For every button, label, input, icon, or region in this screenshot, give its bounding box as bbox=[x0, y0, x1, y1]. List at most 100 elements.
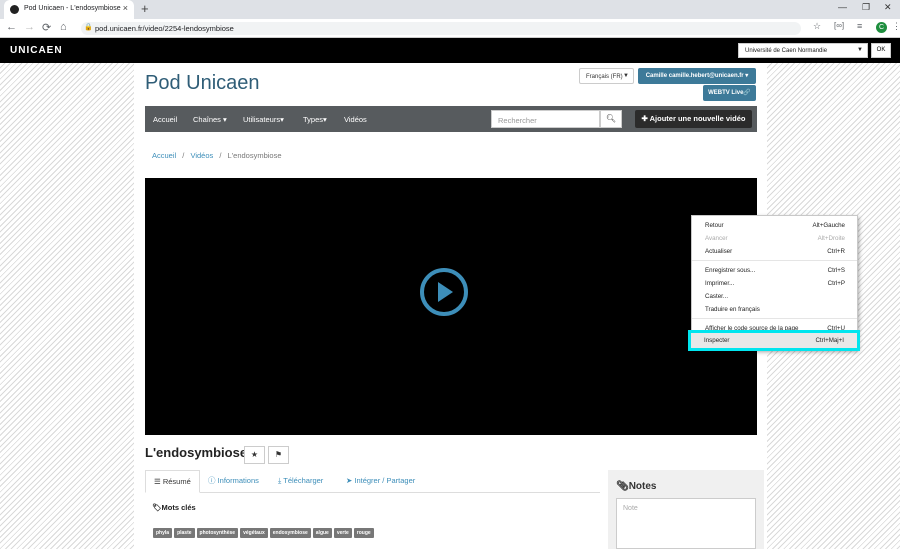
page-title[interactable]: Pod Unicaen bbox=[145, 72, 260, 95]
notes-heading: 📎︎Notes bbox=[616, 481, 657, 492]
tab-title: Pod Unicaen - L'endosymbiose bbox=[24, 5, 121, 12]
keyword-tag[interactable]: plaste bbox=[174, 528, 195, 538]
ctx-enregistrer[interactable]: Enregistrer sous... Ctrl+S bbox=[692, 264, 857, 276]
ctx-actualiser[interactable]: Actualiser Ctrl+R bbox=[692, 245, 857, 257]
tab-resume[interactable]: ☰ Résumé bbox=[145, 470, 200, 493]
notes-textarea[interactable]: Note bbox=[616, 498, 756, 549]
webtv-live-button[interactable]: WEBTV Live🔗 bbox=[703, 85, 756, 101]
profile-avatar[interactable]: C bbox=[876, 22, 887, 33]
ctx-shortcut: Alt+Gauche bbox=[812, 222, 845, 229]
extension-icon[interactable]: [∞] bbox=[834, 21, 844, 30]
ctx-label: Imprimer... bbox=[705, 280, 735, 287]
site-favicon-icon bbox=[10, 5, 19, 14]
ctx-shortcut: Ctrl+P bbox=[827, 280, 845, 287]
minimize-icon[interactable]: — bbox=[838, 2, 847, 12]
menu-kebab-icon[interactable]: ⋮ bbox=[892, 21, 900, 32]
tab-close-icon[interactable]: × bbox=[123, 3, 128, 13]
tags-icon: 🏷︎ bbox=[152, 503, 162, 512]
keyword-tag[interactable]: rouge bbox=[353, 528, 374, 538]
breadcrumb-current: L'endosymbiose bbox=[227, 151, 282, 160]
language-select[interactable]: Français (FR) ▼ bbox=[579, 68, 634, 84]
site-header: UNICAEN Université de Caen Normandie ▼ O… bbox=[0, 38, 900, 63]
ctx-shortcut: Alt+Droite bbox=[817, 235, 845, 242]
browser-toolbar: ← → ⟳ ⌂ 🔒 pod.unicaen.fr/video/2254-lend… bbox=[0, 19, 900, 38]
nav-item-videos[interactable]: Vidéos bbox=[344, 115, 367, 124]
ctx-avancer[interactable]: Avancer Alt+Droite bbox=[692, 232, 857, 244]
play-button[interactable] bbox=[420, 268, 468, 316]
info-tabs: ☰ Résumé ⓘ Informations ⤓ Télécharger ➤ … bbox=[145, 470, 600, 493]
search-input[interactable]: Rechercher bbox=[491, 110, 600, 128]
user-menu-button[interactable]: Camille camille.hebert@unicaen.fr ▾ bbox=[638, 68, 756, 84]
add-video-label: Ajouter une nouvelle vidéo bbox=[649, 114, 746, 123]
home-icon[interactable]: ⌂ bbox=[60, 21, 67, 33]
nav-item-accueil[interactable]: Accueil bbox=[153, 115, 177, 124]
ctx-label: Traduire en français bbox=[705, 306, 760, 313]
tab-telecharger[interactable]: ⤓ Télécharger bbox=[278, 470, 323, 493]
caret-down-icon: ▼ bbox=[623, 73, 629, 79]
keyword-tag[interactable]: photosynthèse bbox=[196, 528, 239, 538]
nav-item-types[interactable]: Types▾ bbox=[303, 115, 327, 124]
inspect-highlight-box bbox=[688, 330, 860, 351]
paperclip-icon: 📎︎ bbox=[616, 481, 629, 492]
browser-tab-bar: Pod Unicaen - L'endosymbiose × + — ❐ ✕ bbox=[0, 0, 900, 19]
keyword-tag[interactable]: verte bbox=[333, 528, 352, 538]
ctx-label: Retour bbox=[705, 222, 724, 229]
breadcrumb-separator: / bbox=[182, 151, 185, 160]
ctx-label: Actualiser bbox=[705, 248, 733, 255]
window-close-icon[interactable]: ✕ bbox=[884, 2, 892, 13]
keywords-heading: 🏷︎Mots clés bbox=[152, 503, 196, 512]
add-video-button[interactable]: ✚ Ajouter une nouvelle vidéo bbox=[635, 110, 752, 128]
tab-resume-label: Résumé bbox=[162, 477, 191, 486]
ok-button[interactable]: OK bbox=[871, 43, 891, 58]
ctx-caster[interactable]: Caster... bbox=[692, 290, 857, 302]
keyword-tag[interactable]: algue bbox=[312, 528, 332, 538]
reload-icon[interactable]: ⟳ bbox=[42, 21, 51, 34]
caret-down-icon: ▼ bbox=[857, 47, 863, 53]
video-title: L'endosymbiose bbox=[145, 445, 248, 460]
report-flag-button[interactable]: ⚑ bbox=[268, 446, 289, 464]
university-select[interactable]: Université de Caen Normandie ▼ bbox=[738, 43, 868, 58]
ctx-label: Enregistrer sous... bbox=[705, 267, 756, 274]
tab-telecharger-label: Télécharger bbox=[283, 476, 324, 485]
university-select-value: Université de Caen Normandie bbox=[745, 48, 828, 54]
keywords-heading-label: Mots clés bbox=[161, 503, 196, 512]
ctx-label: Avancer bbox=[705, 235, 728, 242]
ctx-separator bbox=[692, 318, 857, 319]
breadcrumb-home[interactable]: Accueil bbox=[152, 151, 176, 160]
breadcrumb: Accueil / Vidéos / L'endosymbiose bbox=[152, 151, 282, 160]
address-bar[interactable]: 🔒 pod.unicaen.fr/video/2254-lendosymbios… bbox=[81, 22, 801, 35]
browser-tab[interactable]: Pod Unicaen - L'endosymbiose × bbox=[4, 0, 134, 19]
keyword-tag[interactable]: phyla bbox=[153, 528, 173, 538]
bookmark-star-icon[interactable]: ☆ bbox=[813, 21, 821, 32]
keyword-tag[interactable]: endosymbiose bbox=[269, 528, 311, 538]
nav-item-utilisateurs[interactable]: Utilisateurs▾ bbox=[243, 115, 284, 124]
ctx-retour[interactable]: Retour Alt+Gauche bbox=[692, 219, 857, 231]
lock-icon: 🔒 bbox=[84, 24, 93, 31]
tab-informations-label: Informations bbox=[217, 476, 259, 485]
favorite-star-button[interactable]: ★ bbox=[244, 446, 265, 464]
star-icon: ★ bbox=[250, 450, 259, 459]
breadcrumb-separator: / bbox=[219, 151, 222, 160]
ctx-shortcut: Ctrl+R bbox=[827, 248, 845, 255]
tab-informations[interactable]: ⓘ Informations bbox=[208, 470, 259, 493]
back-arrow-icon[interactable]: ← bbox=[6, 21, 17, 33]
unicaen-logo[interactable]: UNICAEN bbox=[10, 45, 63, 56]
background-left bbox=[0, 63, 134, 549]
tab-integrer-label: Intégrer / Partager bbox=[354, 476, 416, 485]
nav-item-chaines[interactable]: Chaînes ▾ bbox=[193, 115, 227, 124]
flag-icon: ⚑ bbox=[274, 450, 283, 459]
keyword-tags: phyla plaste photosynthèse végétaux endosymb… bbox=[153, 521, 376, 538]
restore-icon[interactable]: ❐ bbox=[862, 2, 870, 13]
notes-heading-label: Notes bbox=[628, 481, 657, 492]
language-select-value: Français (FR) bbox=[586, 74, 623, 80]
tab-integrer[interactable]: ➤ Intégrer / Partager bbox=[346, 470, 415, 493]
reading-list-icon[interactable]: ≡ bbox=[857, 21, 862, 31]
forward-arrow-icon[interactable]: → bbox=[24, 21, 35, 33]
keyword-tag[interactable]: végétaux bbox=[240, 528, 268, 538]
new-tab-button[interactable]: + bbox=[141, 1, 149, 16]
ctx-traduire[interactable]: Traduire en français bbox=[692, 303, 857, 315]
breadcrumb-videos[interactable]: Vidéos bbox=[190, 151, 213, 160]
search-icon[interactable]: 🔍︎ bbox=[600, 110, 622, 128]
url-text: pod.unicaen.fr/video/2254-lendosymbiose bbox=[95, 24, 234, 33]
ctx-imprimer[interactable]: Imprimer... Ctrl+P bbox=[692, 277, 857, 289]
